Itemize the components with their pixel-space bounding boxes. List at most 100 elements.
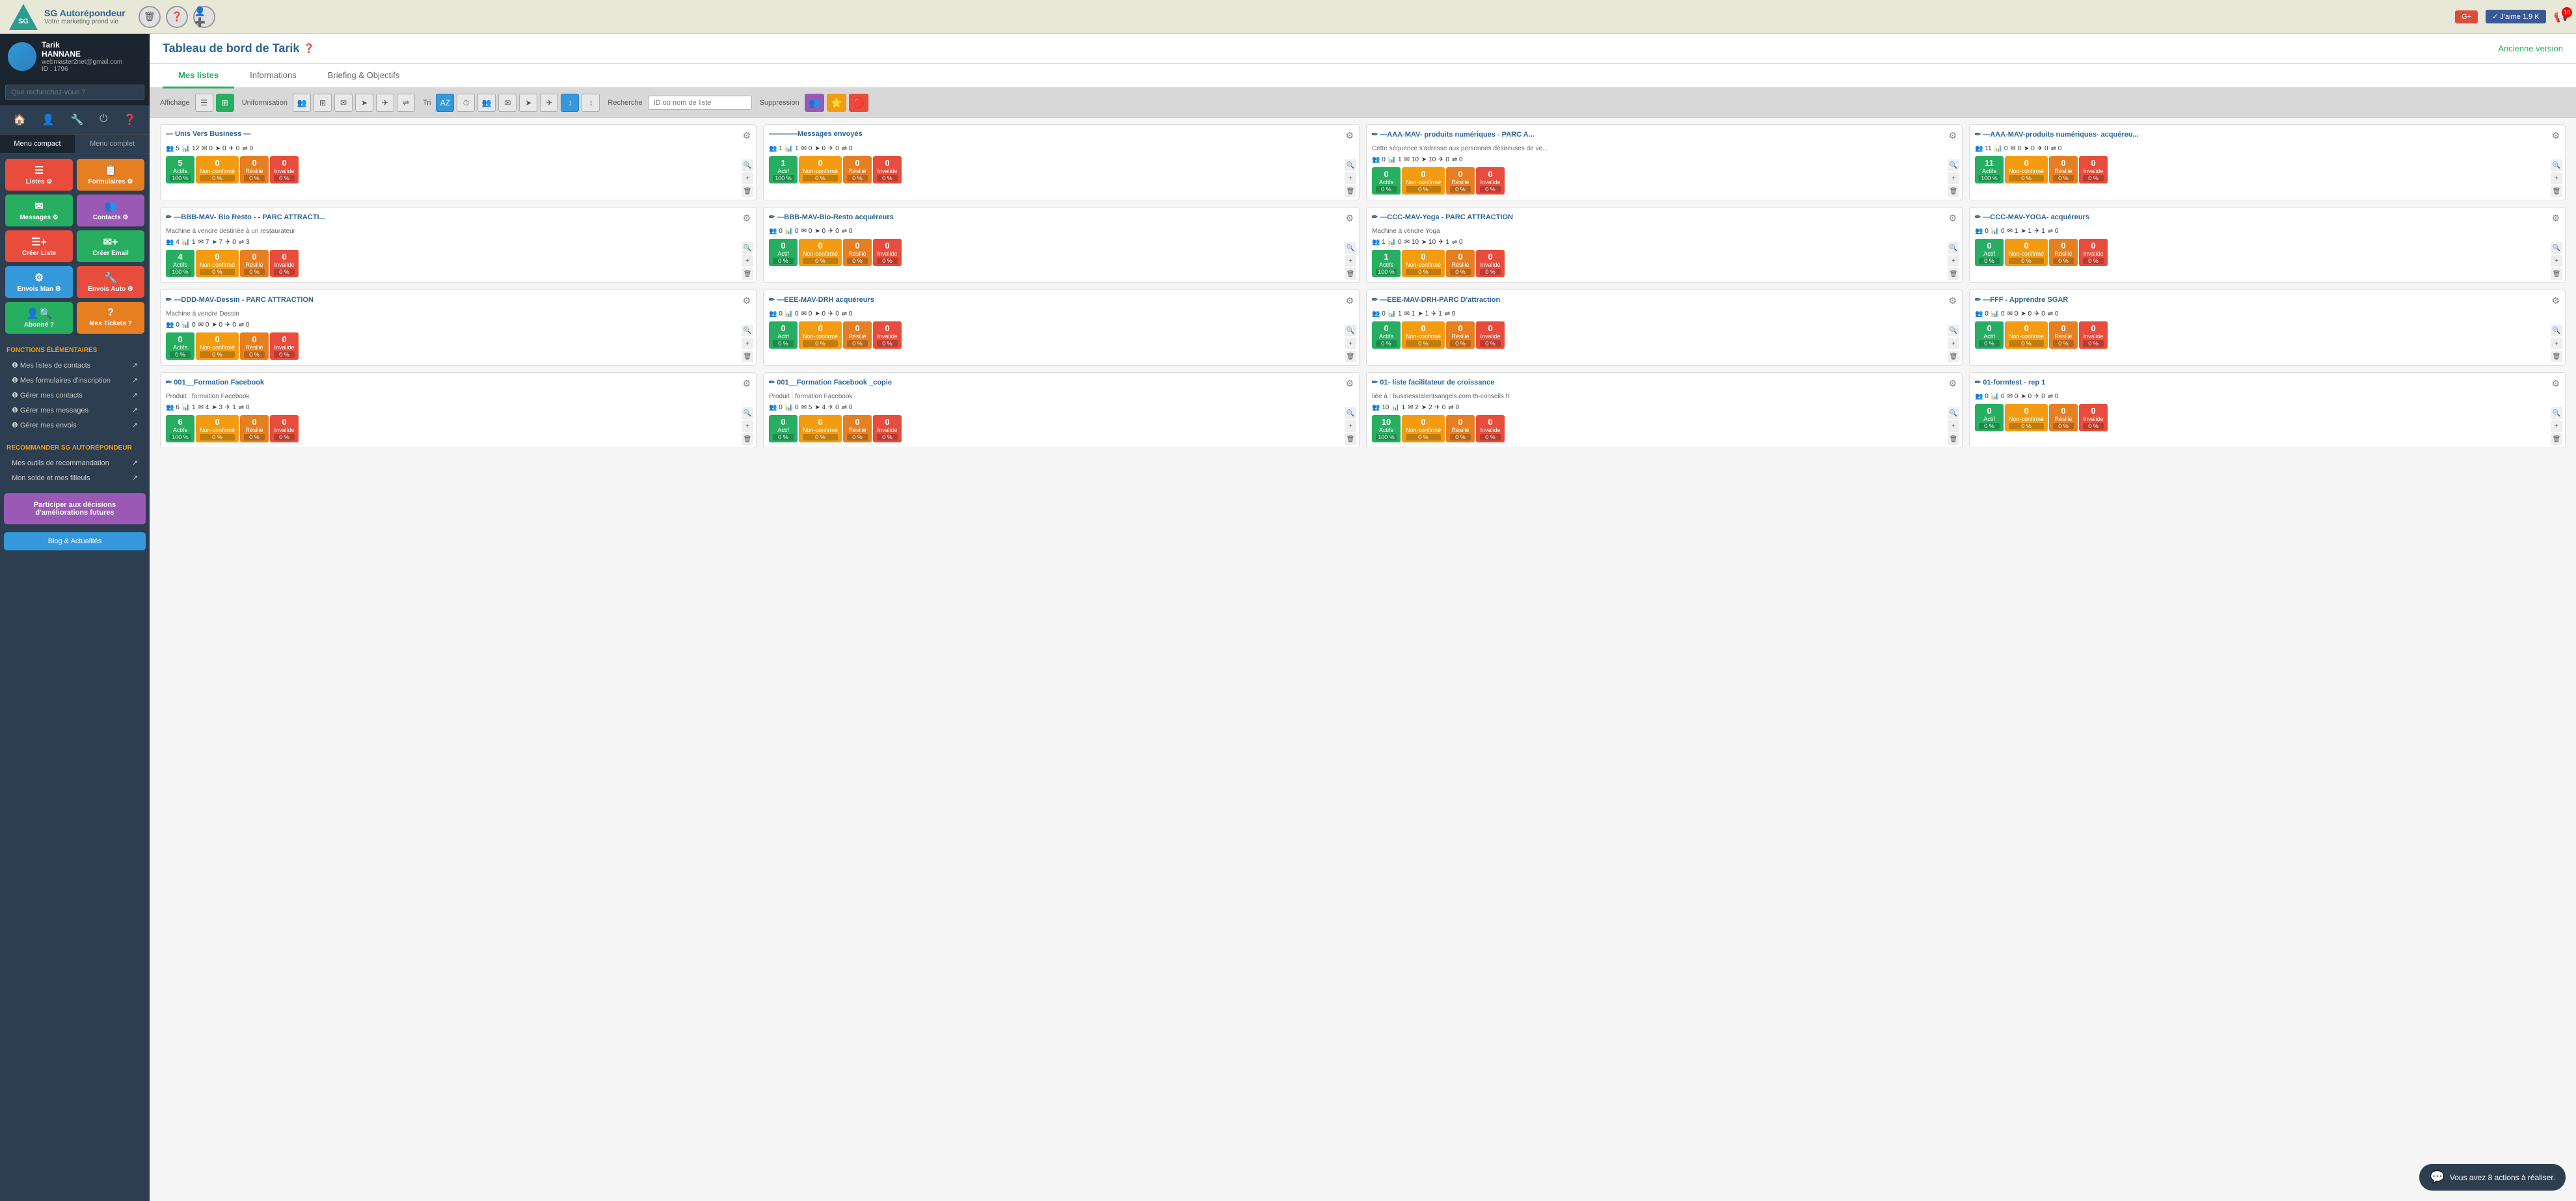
card-add-button[interactable]: + — [1345, 420, 1356, 432]
chat-bubble[interactable]: 💬 Vous avez 8 actions à réaliser. — [2419, 1164, 2566, 1191]
card-settings-icon[interactable]: ⚙ — [1345, 213, 1354, 224]
card-search-button[interactable]: 🔍 — [742, 159, 753, 171]
card-add-button[interactable]: + — [2551, 255, 2562, 267]
card-title[interactable]: — Unis Vers Business — — [166, 130, 742, 138]
notification-bell[interactable]: 📢 10 — [2554, 10, 2568, 23]
user-icon[interactable]: 👤 — [39, 111, 57, 129]
tri-sortza-button[interactable]: ↕ — [582, 94, 600, 112]
card-delete-button[interactable]: 🗑 — [1948, 268, 1959, 280]
card-title[interactable]: ✏ —DDD-MAV-Dessin - PARC ATTRACTION — [166, 295, 742, 304]
card-search-button[interactable]: 🔍 — [2551, 407, 2562, 419]
card-add-button[interactable]: + — [742, 255, 753, 267]
card-add-button[interactable]: + — [1948, 255, 1959, 267]
card-settings-icon[interactable]: ⚙ — [742, 295, 751, 306]
tri-send2-button[interactable]: ✈ — [540, 94, 558, 112]
card-delete-button[interactable]: 🗑 — [742, 268, 753, 280]
card-add-button[interactable]: + — [742, 338, 753, 349]
sidebar-formulaires[interactable]: ❶ Mes formulaires d'inscription ↗ — [7, 373, 143, 388]
qa-messages-button[interactable]: ✉ Messages ⚙ — [5, 195, 73, 226]
card-settings-icon[interactable]: ⚙ — [2551, 295, 2560, 306]
qa-abonne-button[interactable]: 👤🔍 Abonné ? — [5, 302, 73, 334]
qa-contacts-button[interactable]: 👥 Contacts ⚙ — [77, 195, 144, 226]
delete-button[interactable]: 🗑 — [139, 6, 161, 28]
card-title[interactable]: ✏ —EEE-MAV-DRH acquéreurs — [769, 295, 1345, 304]
card-search-button[interactable]: 🔍 — [1345, 242, 1356, 254]
suppress-users-button[interactable]: 👥 — [805, 94, 824, 112]
view-list-button[interactable]: ☰ — [195, 94, 213, 112]
unif-email-button[interactable]: ✉ — [334, 94, 353, 112]
card-search-button[interactable]: 🔍 — [2551, 325, 2562, 336]
card-search-button[interactable]: 🔍 — [742, 325, 753, 336]
card-title[interactable]: ✏ —BBB-MAV-Bio-Resto acquéreurs — [769, 213, 1345, 221]
qa-creer-email-button[interactable]: ✉+ Créer Email — [77, 230, 144, 262]
qa-creer-liste-button[interactable]: ☰+ Créer Liste — [5, 230, 73, 262]
search-input[interactable] — [5, 85, 144, 100]
card-search-button[interactable]: 🔍 — [742, 242, 753, 254]
card-delete-button[interactable]: 🗑 — [2551, 268, 2562, 280]
blog-button[interactable]: Blog & Actualités — [4, 532, 146, 550]
card-delete-button[interactable]: 🗑 — [742, 351, 753, 362]
card-search-button[interactable]: 🔍 — [1345, 159, 1356, 171]
qa-listes-button[interactable]: ☰ Listes ⚙ — [5, 159, 73, 191]
unif-send1-button[interactable]: ➤ — [355, 94, 373, 112]
card-settings-icon[interactable]: ⚙ — [1345, 295, 1354, 306]
card-settings-icon[interactable]: ⚙ — [1948, 378, 1957, 389]
power-icon[interactable]: ⏻ — [97, 111, 111, 129]
card-search-button[interactable]: 🔍 — [1948, 325, 1959, 336]
sidebar-outils[interactable]: Mes outils de recommandation ↗ — [7, 455, 143, 470]
card-delete-button[interactable]: 🗑 — [1948, 185, 1959, 197]
card-settings-icon[interactable]: ⚙ — [1345, 130, 1354, 141]
view-grid-button[interactable]: ⊞ — [216, 94, 234, 112]
gplus-button[interactable]: G+ — [2455, 10, 2478, 23]
tri-sort-button[interactable]: ↕ — [561, 94, 579, 112]
card-title[interactable]: ————Messages envoyés — [769, 130, 1345, 138]
card-title[interactable]: ✏ —EEE-MAV-DRH-PARC D'attraction — [1372, 295, 1948, 304]
tri-email-button[interactable]: ✉ — [498, 94, 517, 112]
menu-complet-button[interactable]: Menu complet — [75, 135, 150, 153]
question-icon[interactable]: ❓ — [121, 111, 139, 129]
puzzle-icon[interactable]: 🔧 — [68, 111, 87, 129]
card-delete-button[interactable]: 🗑 — [1345, 268, 1356, 280]
card-title[interactable]: ✏ —CCC-MAV-YOGA- acquéreurs — [1975, 213, 2551, 221]
sidebar-messages[interactable]: ❶ Gérer mes messages ↗ — [7, 403, 143, 418]
card-delete-button[interactable]: 🗑 — [2551, 433, 2562, 445]
card-settings-icon[interactable]: ⚙ — [2551, 213, 2560, 224]
jaime-button[interactable]: ✓ J'aime 1.9 K — [2486, 10, 2545, 23]
card-search-button[interactable]: 🔍 — [1948, 242, 1959, 254]
card-search-button[interactable]: 🔍 — [742, 407, 753, 419]
card-search-button[interactable]: 🔍 — [1948, 159, 1959, 171]
unif-users-button[interactable]: 👥 — [293, 94, 311, 112]
card-delete-button[interactable]: 🗑 — [1345, 433, 1356, 445]
card-title[interactable]: ✏ 01-formtest - rep 1 — [1975, 378, 2551, 386]
card-delete-button[interactable]: 🗑 — [1345, 185, 1356, 197]
card-title[interactable]: ✏ 01- liste facilitateur de croissance — [1372, 378, 1948, 386]
card-delete-button[interactable]: 🗑 — [2551, 185, 2562, 197]
card-add-button[interactable]: + — [1345, 338, 1356, 349]
card-delete-button[interactable]: 🗑 — [1948, 351, 1959, 362]
card-title[interactable]: ✏ —AAA-MAV-produits numériques- acquéreu… — [1975, 130, 2551, 139]
qa-envois-auto-button[interactable]: 🔧 Envois Auto ⚙ — [77, 266, 144, 298]
sidebar-contacts[interactable]: ❶ Gérer mes contacts ↗ — [7, 388, 143, 403]
card-add-button[interactable]: + — [742, 172, 753, 184]
promo-button[interactable]: Participer aux décisions d'améliorations… — [4, 493, 146, 524]
card-settings-icon[interactable]: ⚙ — [1948, 130, 1957, 141]
tab-informations[interactable]: Informations — [234, 64, 312, 88]
tri-az-button[interactable]: AZ — [436, 94, 454, 112]
card-settings-icon[interactable]: ⚙ — [1948, 295, 1957, 306]
title-help-icon[interactable]: ❓ — [303, 43, 314, 54]
card-settings-icon[interactable]: ⚙ — [742, 213, 751, 224]
card-settings-icon[interactable]: ⚙ — [2551, 130, 2560, 141]
tri-clock-button[interactable]: ⏱ — [457, 94, 475, 112]
card-title[interactable]: ✏ —FFF - Apprendre SGAR — [1975, 295, 2551, 304]
card-title[interactable]: ✏ 001__Formation Facebook _copie — [769, 378, 1345, 386]
card-search-button[interactable]: 🔍 — [1345, 325, 1356, 336]
add-user-button[interactable]: 👤➕ — [193, 6, 215, 28]
card-add-button[interactable]: + — [2551, 172, 2562, 184]
suppress-star-button[interactable]: ⭐ — [827, 94, 846, 112]
old-version-link[interactable]: Ancienne version — [2498, 44, 2563, 53]
card-add-button[interactable]: + — [1948, 338, 1959, 349]
card-settings-icon[interactable]: ⚙ — [742, 378, 751, 389]
help-circle-button[interactable]: ❓ — [166, 6, 188, 28]
card-title[interactable]: ✏ —AAA-MAV- produits numériques - PARC A… — [1372, 130, 1948, 139]
sidebar-mes-listes[interactable]: ❶ Mes listes de contacts ↗ — [7, 358, 143, 373]
